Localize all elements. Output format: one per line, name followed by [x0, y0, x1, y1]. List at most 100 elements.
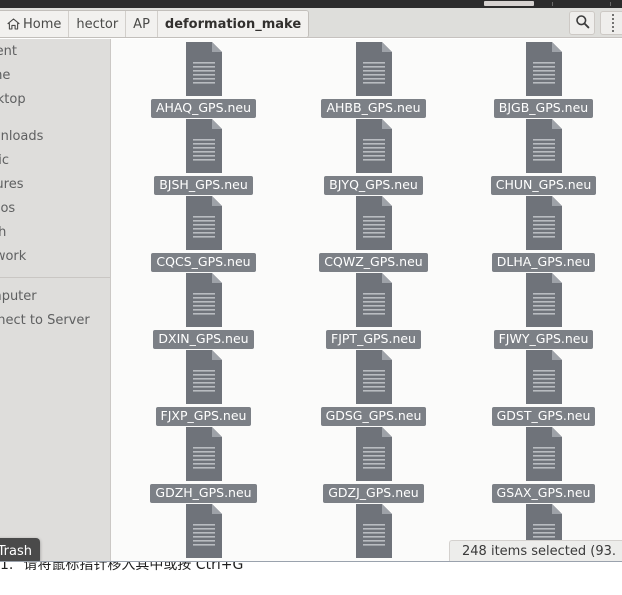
- search-icon: [575, 14, 590, 33]
- sidebar-item-label: Videos: [0, 200, 16, 216]
- sidebar-item-label: Music: [0, 152, 9, 168]
- document-file-icon: [522, 273, 566, 327]
- status-bar-label: 248 items selected (93.: [462, 544, 616, 559]
- file-row: BJSH_GPS.neu BJYQ_GPS.neu CHUN_GPS.neu: [111, 116, 622, 195]
- file-item[interactable]: GDSG_GPS.neu: [296, 347, 451, 426]
- breadcrumb-label: hector: [76, 16, 119, 32]
- sidebar-item-connect-to-server[interactable]: Connect to Server: [0, 308, 110, 332]
- file-list-view[interactable]: AHAQ_GPS.neu AHBB_GPS.neu BJGB_GPS.neu B…: [111, 39, 622, 562]
- window-top-strip: [0, 0, 622, 8]
- file-item[interactable]: AHAQ_GPS.neu: [126, 39, 281, 118]
- sidebar-item-pictures[interactable]: Pictures: [0, 172, 110, 196]
- breadcrumb-label: deformation_make: [164, 16, 302, 32]
- sidebar-item-label: Desktop: [0, 91, 26, 107]
- file-item[interactable]: FJPT_GPS.neu: [296, 270, 451, 349]
- tooltip-label: Trash: [0, 543, 32, 559]
- sidebar-item-videos[interactable]: Videos: [0, 196, 110, 220]
- file-item[interactable]: CQCS_GPS.neu: [126, 193, 281, 272]
- sidebar-item-desktop[interactable]: Desktop: [0, 87, 110, 111]
- file-item[interactable]: CQWZ_GPS.neu: [296, 193, 451, 272]
- document-bottom-line: 1. 请将鼠标指针移入其中或按 Ctrl+G: [0, 561, 622, 595]
- sidebar-item-recent[interactable]: Recent: [0, 39, 110, 63]
- file-row: GDZH_GPS.neu GDZJ_GPS.neu GSAX_GPS.neu: [111, 424, 622, 503]
- breadcrumb-item-deformation-make[interactable]: deformation_make: [157, 11, 309, 37]
- file-grid: AHAQ_GPS.neu AHBB_GPS.neu BJGB_GPS.neu B…: [111, 39, 622, 562]
- file-row: AHAQ_GPS.neu AHBB_GPS.neu BJGB_GPS.neu: [111, 39, 622, 118]
- file-item[interactable]: GDZJ_GPS.neu: [296, 424, 451, 503]
- file-item[interactable]: GDZH_GPS.neu: [126, 424, 281, 503]
- file-item[interactable]: GSDH_GPS.neu: [126, 501, 281, 562]
- document-file-icon: [182, 196, 226, 250]
- document-file-icon: [522, 350, 566, 404]
- document-file-icon: [352, 427, 396, 481]
- sidebar[interactable]: Recent Home Desktop Downloads Music Pict…: [0, 39, 110, 562]
- document-file-icon: [352, 42, 396, 96]
- sidebar-item-label: Connect to Server: [0, 312, 90, 328]
- search-button[interactable]: [569, 11, 595, 35]
- sidebar-item-label: Network: [0, 248, 27, 264]
- document-file-icon: [352, 196, 396, 250]
- document-file-icon: [522, 119, 566, 173]
- vertical-dots-menu-icon: [612, 14, 614, 32]
- home-icon: [7, 18, 20, 30]
- footer-text: 请将鼠标指针移入其中或按 Ctrl+G: [23, 561, 244, 573]
- sidebar-item-label: Downloads: [0, 128, 44, 144]
- file-item[interactable]: AHBB_GPS.neu: [296, 39, 451, 118]
- document-file-icon: [182, 504, 226, 558]
- sidebar-separator: [0, 277, 110, 278]
- menu-button[interactable]: [600, 11, 622, 35]
- document-file-icon: [182, 427, 226, 481]
- sidebar-item-home[interactable]: Home: [0, 63, 110, 87]
- document-file-icon: [522, 196, 566, 250]
- sidebar-item-music[interactable]: Music: [0, 148, 110, 172]
- document-file-icon: [352, 273, 396, 327]
- document-file-icon: [522, 42, 566, 96]
- sidebar-item-label: Computer: [0, 288, 37, 304]
- header-toolbar: Home hector AP deformation_make: [0, 8, 622, 38]
- sidebar-item-label: Recent: [0, 43, 17, 59]
- file-item[interactable]: GSAX_GPS.neu: [466, 424, 621, 503]
- file-row: FJXP_GPS.neu GDSG_GPS.neu GDST_GPS.neu: [111, 347, 622, 426]
- footer-number: 1.: [0, 561, 14, 573]
- document-file-icon: [522, 427, 566, 481]
- file-item[interactable]: BJGB_GPS.neu: [466, 39, 621, 118]
- file-item[interactable]: BJSH_GPS.neu: [126, 116, 281, 195]
- file-item[interactable]: DXIN_GPS.neu: [126, 270, 281, 349]
- file-item[interactable]: FJWY_GPS.neu: [466, 270, 621, 349]
- file-row: CQCS_GPS.neu CQWZ_GPS.neu DLHA_GPS.neu: [111, 193, 622, 272]
- file-row: DXIN_GPS.neu FJPT_GPS.neu FJWY_GPS.neu: [111, 270, 622, 349]
- breadcrumb-item-hector[interactable]: hector: [69, 11, 127, 37]
- file-item[interactable]: FJXP_GPS.neu: [126, 347, 281, 426]
- top-strip-tick: [610, 2, 611, 6]
- document-file-icon: [182, 42, 226, 96]
- status-bar: 248 items selected (93.: [449, 540, 622, 562]
- document-file-icon: [182, 273, 226, 327]
- breadcrumb-item-home[interactable]: Home: [0, 11, 70, 37]
- sidebar-item-downloads[interactable]: Downloads: [0, 124, 110, 148]
- file-item[interactable]: GSDX_GPS.neu: [296, 501, 451, 562]
- sidebar-item-label: Pictures: [0, 176, 24, 192]
- breadcrumb-label: Home: [23, 16, 62, 32]
- file-item[interactable]: BJYQ_GPS.neu: [296, 116, 451, 195]
- file-item[interactable]: CHUN_GPS.neu: [466, 116, 621, 195]
- file-manager-window: Home hector AP deformation_make nt e kto…: [0, 0, 622, 595]
- sidebar-item-network[interactable]: Network: [0, 244, 110, 268]
- document-file-icon: [182, 350, 226, 404]
- breadcrumb-label: AP: [133, 16, 150, 32]
- breadcrumb[interactable]: Home hector AP deformation_make: [0, 10, 310, 38]
- document-file-icon: [352, 350, 396, 404]
- sidebar-item-computer[interactable]: Computer: [0, 284, 110, 308]
- footer-line: 1. 请将鼠标指针移入其中或按 Ctrl+G: [0, 561, 244, 574]
- document-file-icon: [352, 119, 396, 173]
- document-file-icon: [352, 504, 396, 558]
- top-strip-tick: [552, 2, 553, 6]
- breadcrumb-item-ap[interactable]: AP: [126, 11, 158, 37]
- sidebar-item-trash[interactable]: Trash: [0, 220, 110, 244]
- document-file-icon: [182, 119, 226, 173]
- sidebar-item-label: Home: [0, 67, 11, 83]
- sidebar-item-label: Trash: [0, 224, 7, 240]
- file-item[interactable]: GDST_GPS.neu: [466, 347, 621, 426]
- top-strip-tab: [484, 1, 534, 6]
- file-item[interactable]: DLHA_GPS.neu: [466, 193, 621, 272]
